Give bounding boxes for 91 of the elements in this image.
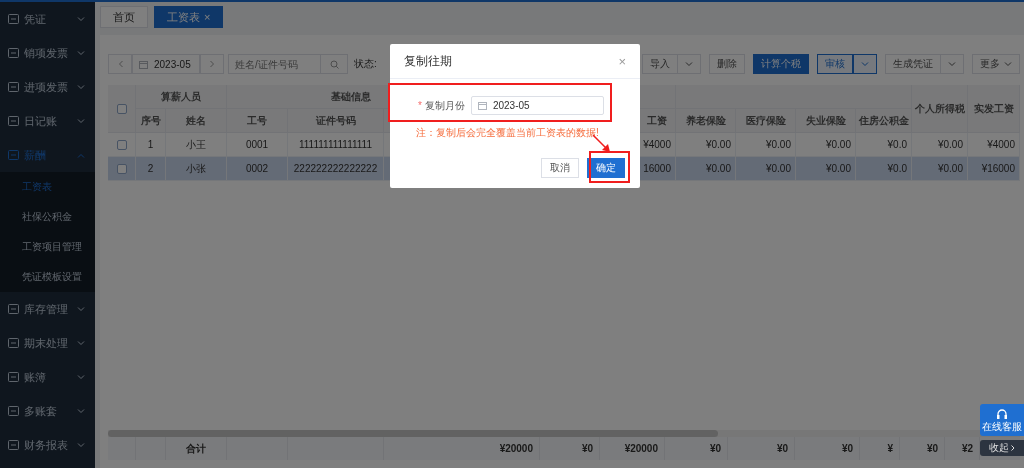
scrollbar-thumb[interactable] xyxy=(108,430,718,437)
chevron-icon xyxy=(77,16,85,22)
caret-icon xyxy=(948,61,956,67)
panel-icon xyxy=(8,406,19,416)
status-label: 状态: xyxy=(354,57,377,71)
submenu-item[interactable]: 工资项目管理 xyxy=(0,232,95,262)
checkbox[interactable] xyxy=(116,139,127,150)
total-cell: ¥0 xyxy=(665,437,728,460)
page-tab[interactable]: 工资表 × xyxy=(154,6,224,28)
confirm-button[interactable]: 确定 xyxy=(587,158,625,178)
table-cell: ¥0.00 xyxy=(796,157,856,181)
sidebar-item[interactable]: 财务报表 xyxy=(0,428,95,462)
chevron-icon xyxy=(77,442,85,448)
chevron-icon xyxy=(77,306,85,312)
page-tab[interactable]: 首页 xyxy=(100,6,148,28)
total-cell: ¥0 xyxy=(795,437,860,460)
table-cell: 0002 xyxy=(227,157,288,181)
total-cell: ¥0 xyxy=(900,437,945,460)
panel-icon xyxy=(8,48,19,58)
checkbox[interactable] xyxy=(116,163,127,174)
sidebar-item[interactable]: 进项发票 xyxy=(0,70,95,104)
online-service-button[interactable]: 在线客服 xyxy=(980,404,1024,436)
table-cell: ¥0.00 xyxy=(676,157,736,181)
panel-icon xyxy=(8,150,19,160)
caret-icon xyxy=(1004,61,1012,67)
sidebar-item[interactable]: 账簿 xyxy=(0,360,95,394)
panel-icon xyxy=(8,338,19,348)
table-cell: 222222222222222 xyxy=(288,157,384,181)
total-cell: ¥20000 xyxy=(384,437,540,460)
action-button[interactable]: 计算个税 xyxy=(753,54,809,74)
checkbox[interactable] xyxy=(116,103,127,114)
highlight-frame xyxy=(589,151,630,183)
panel-icon xyxy=(8,372,19,382)
submenu-item[interactable]: 社保公积金 xyxy=(0,202,95,232)
collapse-button[interactable]: 收起 xyxy=(980,440,1024,456)
period-field[interactable]: 2023-05 xyxy=(132,54,200,74)
total-label: 合计 xyxy=(166,437,227,460)
action-button[interactable]: 生成凭证 xyxy=(885,54,941,74)
month-field[interactable]: 2023-05 xyxy=(470,96,604,115)
search-field[interactable]: 姓名/证件号码 xyxy=(228,54,321,74)
sidebar-item[interactable]: 多账套 xyxy=(0,394,95,428)
panel-icon xyxy=(8,82,19,92)
close-icon[interactable]: × xyxy=(204,11,211,23)
chevron-icon xyxy=(77,118,85,124)
total-cell: ¥ xyxy=(860,437,900,460)
caret-icon xyxy=(861,61,869,67)
group-header: 算薪人员 xyxy=(136,85,227,109)
panel-icon xyxy=(8,440,19,450)
sidebar-item[interactable]: 库存管理 xyxy=(0,292,95,326)
search-icon xyxy=(329,59,339,69)
headset-icon xyxy=(996,409,1008,420)
panel-icon xyxy=(8,116,19,126)
chevron-icon xyxy=(77,408,85,414)
calendar-icon xyxy=(139,59,148,69)
table-cell: ¥0.00 xyxy=(736,157,796,181)
table-cell: 2 xyxy=(136,157,166,181)
chevron-icon xyxy=(77,374,85,380)
table-cell: 小张 xyxy=(166,157,227,181)
dropdown-button[interactable] xyxy=(853,54,877,74)
chevron-left-icon xyxy=(117,60,123,68)
submenu-item[interactable]: 凭证模板设置 xyxy=(0,262,95,292)
total-cell: ¥0 xyxy=(540,437,600,460)
total-cell: ¥20000 xyxy=(600,437,665,460)
next-button[interactable] xyxy=(200,54,224,74)
search-button[interactable] xyxy=(321,54,348,74)
table-cell: ¥0.00 xyxy=(912,157,968,181)
chevron-icon xyxy=(77,50,85,56)
calendar-icon xyxy=(477,101,487,110)
dropdown-button[interactable]: 更多 xyxy=(972,54,1020,74)
total-cell: ¥0 xyxy=(728,437,795,460)
sidebar-item[interactable]: 日记账 xyxy=(0,104,95,138)
action-button[interactable]: 导入 xyxy=(642,54,678,74)
table-cell: ¥0.0 xyxy=(856,157,912,181)
action-button[interactable]: 审核 xyxy=(817,54,853,74)
chevron-icon xyxy=(77,340,85,346)
chevron-right-icon xyxy=(209,60,215,68)
previous-button[interactable] xyxy=(108,54,132,74)
sidebar-item[interactable]: 销项发票 xyxy=(0,36,95,70)
close-button[interactable]: × xyxy=(618,53,626,69)
chevron-right-icon xyxy=(1011,445,1015,451)
sidebar-item[interactable]: 期末处理 xyxy=(0,326,95,360)
sidebar-item[interactable]: 凭证 xyxy=(0,2,95,36)
panel-icon xyxy=(8,304,19,314)
dialog-title: 复制往期 xyxy=(404,52,452,70)
cancel-button[interactable]: 取消 xyxy=(541,158,579,178)
table-cell: ¥16000 xyxy=(968,157,1020,181)
action-button[interactable]: 删除 xyxy=(709,54,745,74)
chevron-icon xyxy=(77,152,85,158)
caret-icon xyxy=(685,61,693,67)
panel-icon xyxy=(8,14,19,24)
chevron-icon xyxy=(77,84,85,90)
